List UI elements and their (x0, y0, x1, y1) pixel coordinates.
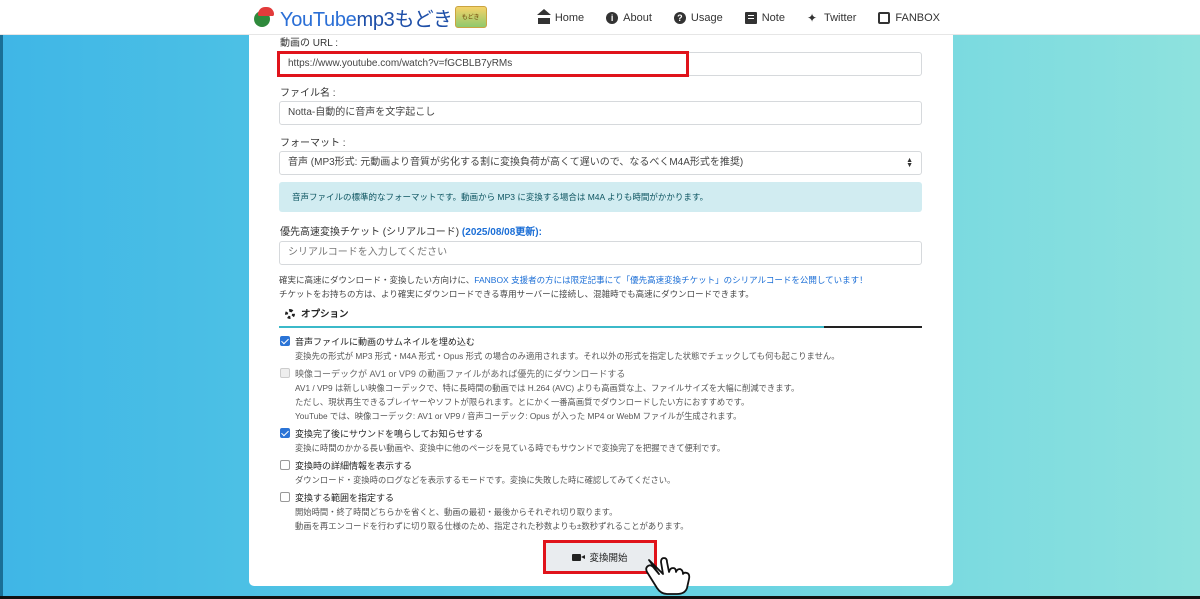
fanbox-notice: 確実に高速にダウンロード・変換したい方向けに、FANBOX 支援者の方には限定記… (279, 275, 868, 285)
av1-vp9-checkbox[interactable] (280, 368, 290, 378)
note-icon (744, 11, 757, 24)
format-select-value: 音声 (MP3形式: 元動画より音質が劣化する割に変換負荷が高くて遅いので、なる… (288, 157, 744, 168)
start-conversion-button[interactable]: 変換開始 (543, 540, 657, 574)
serial-code-input[interactable]: シリアルコードを入力してください (279, 241, 922, 265)
url-highlight (277, 51, 689, 77)
verbose-checkbox[interactable] (280, 460, 290, 470)
sound-checkbox[interactable] (280, 428, 290, 438)
format-info-alert: 音声ファイルの標準的なフォーマットです。動画から MP3 に変換する場合は M4… (279, 182, 922, 212)
filename-label: ファイル名 : (280, 88, 336, 99)
nav-twitter[interactable]: ✦ Twitter (807, 12, 856, 24)
ticket-notice: チケットをお持ちの方は、より確実にダウンロードできる専用サーバーに接続し、混雑時… (279, 289, 754, 299)
nav-note[interactable]: Note (744, 11, 785, 24)
nav-menu: Home i About ? Usage Note ✦ Twitter FANBOX (516, 0, 940, 35)
nav-home[interactable]: Home (536, 8, 584, 24)
converter-card: 動画の URL : https://www.youtube.com/watch?… (249, 35, 953, 586)
url-label: 動画の URL : (280, 38, 338, 49)
info-icon: i (606, 11, 619, 24)
thumbnail-checkbox[interactable] (280, 336, 290, 346)
format-select[interactable]: 音声 (MP3形式: 元動画より音質が劣化する割に変換負荷が高くて遅いので、なる… (279, 151, 922, 175)
question-icon: ? (673, 11, 686, 24)
options-divider (279, 326, 922, 328)
twitter-icon: ✦ (806, 10, 818, 25)
nav-fanbox[interactable]: FANBOX (878, 11, 940, 24)
options-heading: オプション (279, 306, 922, 328)
logo-text: YouTubemp3もどき (280, 8, 453, 31)
site-logo[interactable]: YouTubemp3もどき もどき (252, 3, 487, 31)
nav-usage[interactable]: ? Usage (673, 11, 723, 24)
mascot-icon (252, 5, 278, 29)
ticket-date: (2025/08/08更新): (461, 227, 542, 238)
video-camera-icon (572, 553, 586, 561)
nav-about[interactable]: i About (606, 11, 652, 24)
home-icon (536, 8, 551, 24)
select-arrows-icon: ▲ ▼ (906, 157, 913, 169)
fanbox-link[interactable]: FANBOX 支援者の方には限定記事にて「優先高速変換チケット」のシリアルコード… (474, 275, 867, 285)
pointer-hand-icon (645, 557, 691, 595)
fanbox-icon (878, 11, 891, 24)
start-button-label: 変換開始 (589, 553, 628, 564)
gear-icon (285, 309, 295, 319)
window-edge (0, 35, 3, 599)
filename-input[interactable]: Notta-自動的に音声を文字起こし (279, 101, 922, 125)
format-label: フォーマット : (280, 138, 346, 149)
navbar: YouTubemp3もどき もどき Home i About ? Usage Not… (0, 0, 1200, 35)
ticket-label: 優先高速変換チケット (シリアルコード) (2025/08/08更新): (280, 227, 542, 238)
range-checkbox[interactable] (280, 492, 290, 502)
logo-badge-icon: もどき (454, 6, 487, 28)
